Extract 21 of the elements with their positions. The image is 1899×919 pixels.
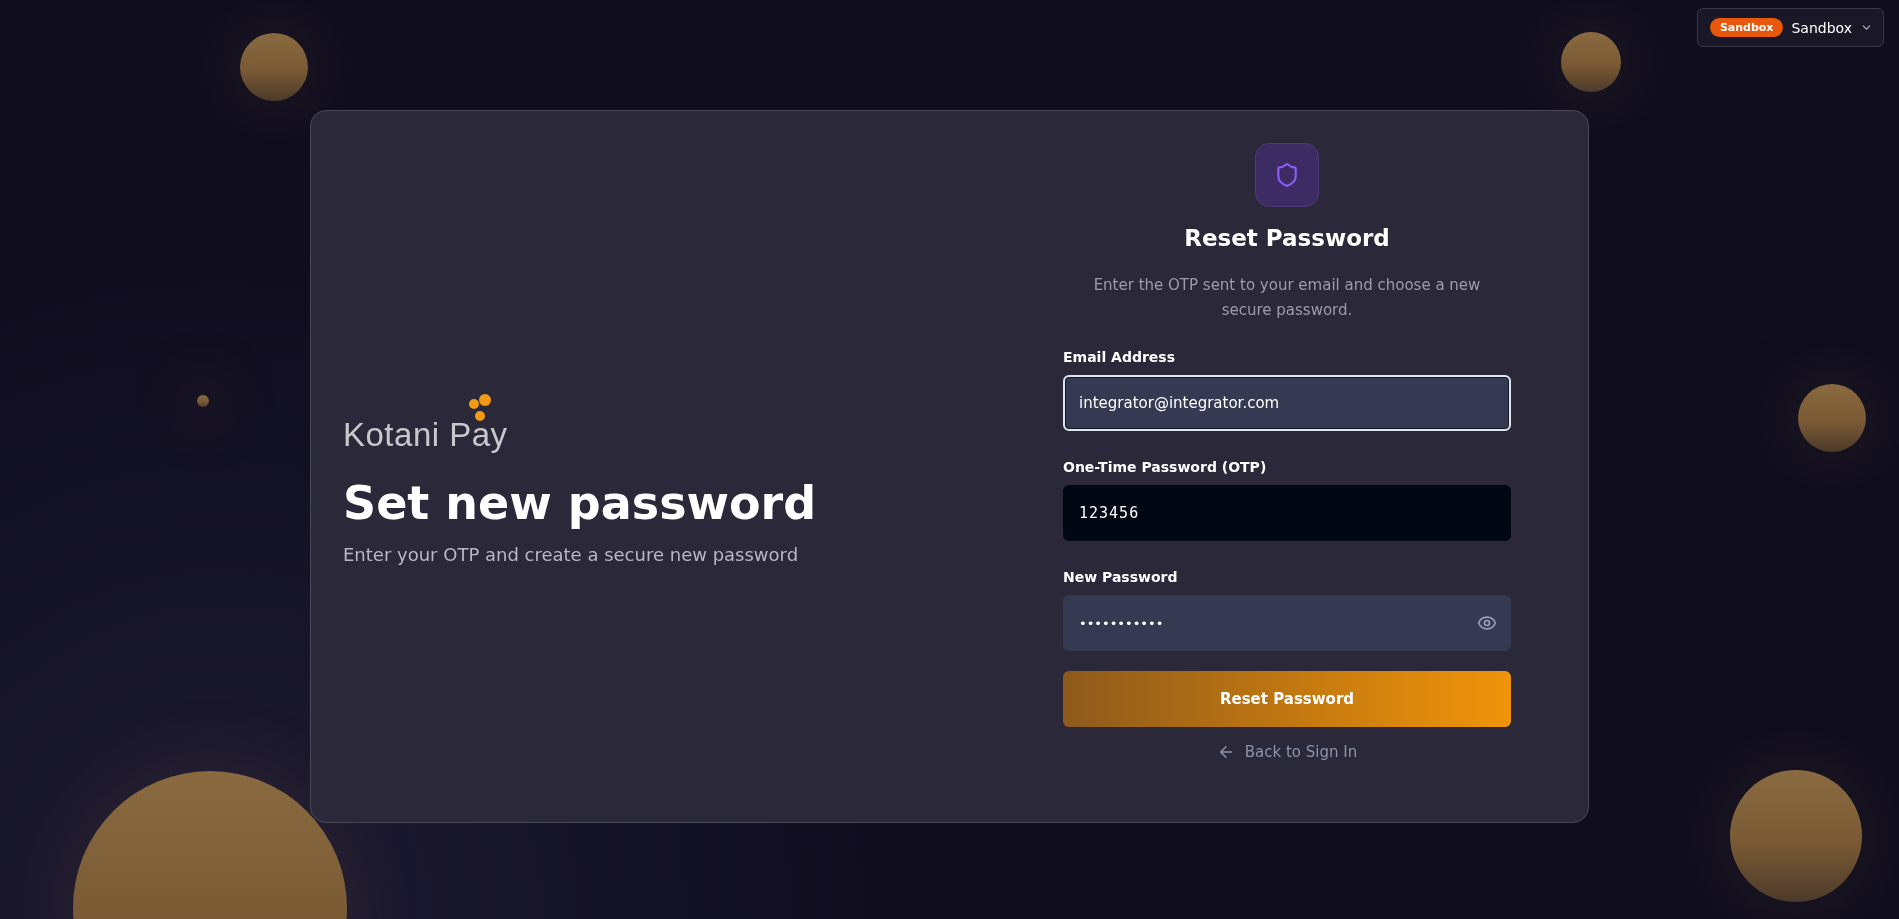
field-label: Email Address — [1063, 349, 1176, 365]
brand-name: Kotani Pay — [343, 416, 508, 454]
field-label: One-Time Password (OTP) — [1063, 459, 1268, 475]
page-heading: Set new password — [343, 476, 818, 530]
form-description: Enter the OTP sent to your email and choose a new secure password. — [1092, 275, 1482, 321]
back-link-text: Back to Sign In — [1244, 743, 1358, 761]
back-link[interactable]: Back to Sign In — [1216, 743, 1358, 761]
reset-password-button[interactable]: Reset Password — [1063, 671, 1511, 727]
environment-dropdown[interactable]: Sandbox Sandbox — [1696, 8, 1884, 47]
shield-icon — [1255, 143, 1319, 207]
glow-orb — [1561, 32, 1621, 92]
glow-orb — [197, 395, 209, 407]
input-field[interactable]: 123456 — [1063, 485, 1511, 541]
input-field[interactable]: ••••••••••• — [1063, 595, 1511, 651]
eye-icon[interactable] — [1477, 613, 1497, 633]
environment-label: Sandbox — [1791, 19, 1852, 36]
environment-badge: Sandbox — [1709, 18, 1784, 37]
page-subtitle: Enter your OTP and create a secure new password — [343, 544, 800, 565]
form-title: Reset Password — [1183, 225, 1391, 251]
field-label: New Password — [1063, 569, 1179, 585]
input-field[interactable]: integrator@integrator.com — [1063, 375, 1511, 431]
